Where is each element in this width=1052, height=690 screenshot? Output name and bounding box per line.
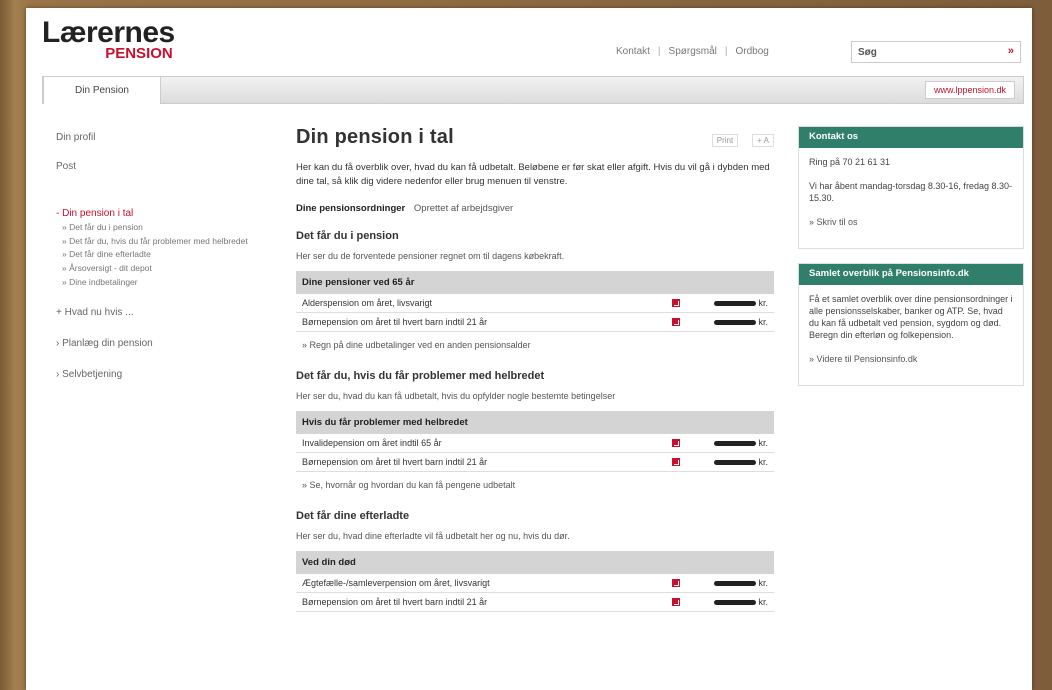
sidebar-item-planlaeg[interactable]: › Planlæg din pension <box>56 338 266 349</box>
redacted-amount <box>714 580 757 586</box>
info-icon[interactable] <box>672 458 680 466</box>
separator: | <box>657 46 661 57</box>
top-links: Kontakt | Spørgsmål | Ordbog <box>616 46 769 57</box>
table-header: Hvis du får problemer med helbredet <box>296 411 774 434</box>
contact-body: Ring på 70 21 61 31 Vi har åbent mandag-… <box>799 148 1023 248</box>
redacted-amount <box>714 319 757 325</box>
overview-header: Samlet overblik på Pensionsinfo.dk <box>799 263 1023 285</box>
main-content: Din pension i tal Print + A Her kan du f… <box>296 126 774 612</box>
sidebar-item-hvad-nu-hvis[interactable]: + Hvad nu hvis ... <box>56 307 266 318</box>
page-title: Din pension i tal <box>296 126 454 148</box>
table-row: Invalidepension om året indtil 65 år kr. <box>296 434 774 453</box>
sidebar-item-post[interactable]: Post <box>56 161 266 172</box>
sidebar-sub-helbred[interactable]: » Det får du, hvis du får problemer med … <box>62 236 266 247</box>
redacted-amount <box>714 459 757 465</box>
sidebar-submenu: » Det får du i pension » Det får du, hvi… <box>62 222 266 287</box>
contact-hours: Vi har åbent mandag-torsdag 8.30-16, fre… <box>809 180 1012 203</box>
print-button[interactable]: Print <box>711 134 739 147</box>
redacted-amount <box>714 599 757 605</box>
unit-label: kr. <box>758 597 768 607</box>
info-icon[interactable] <box>672 579 680 587</box>
sidebar-sub-indbetalinger[interactable]: » Dine indbetalinger <box>62 277 266 288</box>
survivors-table: Ved din død Ægtefælle-/samleverpension o… <box>296 551 774 612</box>
pension-table: Dine pensioner ved 65 år Alderspension o… <box>296 271 774 350</box>
sidebar-item-pension-i-tal[interactable]: - Din pension i tal <box>56 208 266 219</box>
intro-text: Her kan du få overblik over, hvad du kan… <box>296 162 770 187</box>
table-row: Børnepension om året til hvert barn indt… <box>296 453 774 472</box>
redacted-amount <box>714 440 757 446</box>
section-desc: Her ser du de forventede pensioner regne… <box>296 251 565 261</box>
overview-box: Samlet overblik på Pensionsinfo.dk Få et… <box>798 262 1024 386</box>
sidebar-item-profil[interactable]: Din profil <box>56 132 266 143</box>
row-value: kr. <box>702 298 768 308</box>
health-table: Hvis du får problemer med helbredet Inva… <box>296 411 774 490</box>
table-row: Alderspension om året, livsvarigt kr. <box>296 294 774 313</box>
section-desc: Her ser du, hvad du kan få udbetalt, hvi… <box>296 391 616 401</box>
sidebar-sub-efterladte[interactable]: » Det får dine efterladte <box>62 249 266 260</box>
row-label: Børnepension om året til hvert barn indt… <box>302 457 488 467</box>
unit-label: kr. <box>758 438 768 448</box>
row-value: kr. <box>702 597 768 607</box>
row-label: Børnepension om året til hvert barn indt… <box>302 317 488 327</box>
unit-label: kr. <box>758 578 768 588</box>
overview-body: Få et samlet overblik over dine pensions… <box>799 285 1023 385</box>
logo[interactable]: Lærernes PENSION <box>42 18 175 62</box>
sidebar-sub-aarsoversigt[interactable]: » Årsoversigt - dit depot <box>62 263 266 274</box>
redacted-amount <box>714 300 757 306</box>
schemes-sub[interactable]: Oprettet af arbejdsgiver <box>414 203 513 214</box>
schemes-label: Dine pensionsordninger <box>296 203 406 214</box>
link-kontakt[interactable]: Kontakt <box>616 46 650 57</box>
overview-text: Få et samlet overblik over dine pensions… <box>809 293 1013 340</box>
more-link[interactable]: » Regn på dine udbetalinger ved en anden… <box>302 340 774 350</box>
table-row: Børnepension om året til hvert barn indt… <box>296 313 774 332</box>
link-spoergsmaal[interactable]: Spørgsmål <box>669 46 717 57</box>
contact-box: Kontakt os Ring på 70 21 61 31 Vi har åb… <box>798 126 1024 249</box>
more-link[interactable]: » Se, hvornår og hvordan du kan få penge… <box>302 480 774 490</box>
unit-label: kr. <box>758 317 768 327</box>
pension-schemes: Dine pensionsordninger Oprettet af arbej… <box>296 203 774 214</box>
row-value: kr. <box>702 438 768 448</box>
table-header: Ved din død <box>296 551 774 574</box>
separator: | <box>724 46 728 57</box>
search-input[interactable]: Søg » <box>851 41 1021 63</box>
contact-header: Kontakt os <box>799 127 1023 148</box>
info-icon[interactable] <box>672 598 680 606</box>
nav-bar: Din Pension www.lppension.dk <box>42 76 1024 104</box>
row-label: Ægtefælle-/samleverpension om året, livs… <box>302 578 490 588</box>
unit-label: kr. <box>758 457 768 467</box>
page-tools: Print + A <box>711 134 774 147</box>
info-icon[interactable] <box>672 439 680 447</box>
row-label: Alderspension om året, livsvarigt <box>302 298 433 308</box>
table-row: Børnepension om året til hvert barn indt… <box>296 593 774 612</box>
section-desc: Her ser du, hvad dine efterladte vil få … <box>296 531 570 541</box>
write-us-link[interactable]: » Skriv til os <box>809 216 1013 228</box>
contact-phone: Ring på 70 21 61 31 <box>809 156 891 167</box>
browser-page: Lærernes PENSION Kontakt | Spørgsmål | O… <box>26 8 1032 690</box>
text-size-button[interactable]: + A <box>752 134 774 147</box>
info-icon[interactable] <box>672 318 680 326</box>
section-heading: Det får du i pension <box>296 230 399 242</box>
table-row: Ægtefælle-/samleverpension om året, livs… <box>296 574 774 593</box>
sidebar: Din profil Post - Din pension i tal » De… <box>56 132 266 380</box>
section-heading: Det får du, hvis du får problemer med he… <box>296 370 545 382</box>
row-label: Børnepension om året til hvert barn indt… <box>302 597 488 607</box>
external-site-button[interactable]: www.lppension.dk <box>924 81 1015 99</box>
row-value: kr. <box>702 578 768 588</box>
right-column: Kontakt os Ring på 70 21 61 31 Vi har åb… <box>798 126 1024 400</box>
table-header: Dine pensioner ved 65 år <box>296 271 774 294</box>
info-icon[interactable] <box>672 299 680 307</box>
tab-din-pension[interactable]: Din Pension <box>43 76 161 104</box>
search-go-button[interactable]: » <box>1008 45 1014 57</box>
pensionsinfo-link[interactable]: » Videre til Pensionsinfo.dk <box>809 353 1013 365</box>
row-value: kr. <box>702 317 768 327</box>
section-heading: Det får dine efterladte <box>296 510 410 522</box>
unit-label: kr. <box>758 298 768 308</box>
sidebar-item-selvbetjening[interactable]: › Selvbetjening <box>56 369 266 380</box>
sidebar-sub-pension[interactable]: » Det får du i pension <box>62 222 266 233</box>
row-label: Invalidepension om året indtil 65 år <box>302 438 442 448</box>
row-value: kr. <box>702 457 768 467</box>
link-ordbog[interactable]: Ordbog <box>736 46 769 57</box>
search-label: Søg <box>858 46 877 58</box>
